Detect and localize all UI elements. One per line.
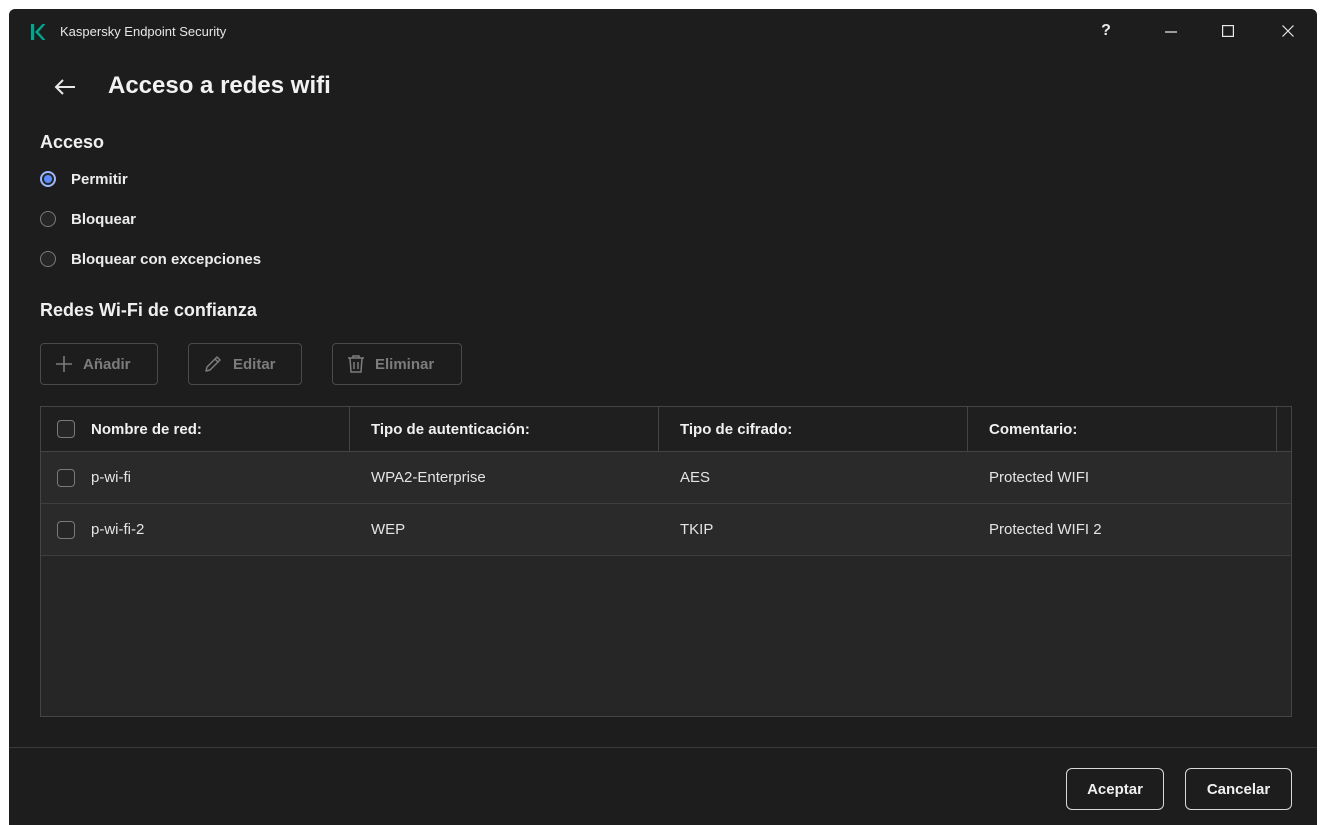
cell-name: p-wi-fi-2 — [41, 504, 350, 555]
cell-comment: Protected WIFI — [989, 469, 1090, 486]
minimize-icon — [1165, 31, 1177, 33]
minimize-button[interactable] — [1151, 17, 1191, 45]
maximize-icon — [1222, 25, 1234, 37]
radio-button[interactable] — [40, 251, 56, 267]
radio-label: Bloquear con excepciones — [71, 250, 262, 268]
cell-auth: WEP — [371, 521, 406, 538]
radio-permitir[interactable]: Permitir — [40, 167, 128, 191]
trash-icon — [348, 355, 364, 373]
cell-name: p-wi-fi — [41, 452, 350, 503]
close-button[interactable] — [1268, 17, 1308, 45]
cell-auth: WPA2-Enterprise — [371, 469, 486, 486]
row-checkbox[interactable] — [57, 520, 75, 539]
cell-text: p-wi-fi — [91, 469, 131, 486]
column-header-name[interactable]: Nombre de red: — [41, 407, 350, 451]
add-button[interactable]: Añadir — [40, 343, 158, 385]
select-all-checkbox[interactable] — [57, 420, 75, 438]
delete-button[interactable]: Eliminar — [332, 343, 462, 385]
app-title: Kaspersky Endpoint Security — [60, 24, 227, 39]
radio-button-checked[interactable] — [40, 171, 56, 187]
help-button[interactable]: ? — [1086, 17, 1126, 45]
column-header-auth[interactable]: Tipo de autenticación: — [350, 407, 659, 451]
back-arrow-icon[interactable] — [53, 77, 77, 97]
column-header-cipher[interactable]: Tipo de cifrado: — [659, 407, 968, 451]
column-label: Nombre de red: — [91, 420, 202, 438]
app-window: Kaspersky Endpoint Security ? Acceso a r… — [9, 9, 1317, 825]
networks-table: Nombre de red: Tipo de autenticación: Ti… — [40, 406, 1292, 717]
title-bar: Kaspersky Endpoint Security ? — [9, 9, 1317, 53]
row-checkbox[interactable] — [57, 468, 75, 487]
page-title: Acceso a redes wifi — [108, 72, 331, 99]
radio-bloquear[interactable]: Bloquear — [40, 207, 136, 231]
footer-divider — [9, 747, 1317, 748]
table-row[interactable]: p-wi-fi WPA2-Enterprise AES Protected WI… — [41, 452, 1291, 504]
column-header-comment[interactable]: Comentario: — [968, 407, 1277, 451]
table-header: Nombre de red: Tipo de autenticación: Ti… — [41, 407, 1291, 452]
cell-text: p-wi-fi-2 — [91, 521, 145, 538]
kaspersky-logo-icon — [31, 24, 46, 40]
column-header-spacer — [1277, 407, 1291, 451]
cell-cipher: AES — [680, 469, 711, 486]
maximize-button[interactable] — [1208, 17, 1248, 45]
cell-comment: Protected WIFI 2 — [989, 521, 1102, 538]
cancel-button[interactable]: Cancelar — [1185, 768, 1292, 810]
add-button-label: Añadir — [83, 355, 131, 373]
radio-button[interactable] — [40, 211, 56, 227]
plus-icon — [56, 356, 72, 372]
delete-button-label: Eliminar — [375, 355, 435, 373]
radio-bloquear-con-excepciones[interactable]: Bloquear con excepciones — [40, 247, 261, 271]
radio-label: Permitir — [71, 170, 128, 188]
edit-button[interactable]: Editar — [188, 343, 302, 385]
ok-button[interactable]: Aceptar — [1066, 768, 1164, 810]
cell-cipher: TKIP — [680, 521, 714, 538]
table-row[interactable]: p-wi-fi-2 WEP TKIP Protected WIFI 2 — [41, 504, 1291, 556]
radio-label: Bloquear — [71, 210, 137, 228]
edit-button-label: Editar — [233, 355, 276, 373]
pencil-icon — [205, 356, 221, 372]
access-section-title: Acceso — [40, 132, 105, 152]
close-icon — [1282, 25, 1294, 37]
trusted-networks-title: Redes Wi-Fi de confianza — [40, 300, 257, 320]
